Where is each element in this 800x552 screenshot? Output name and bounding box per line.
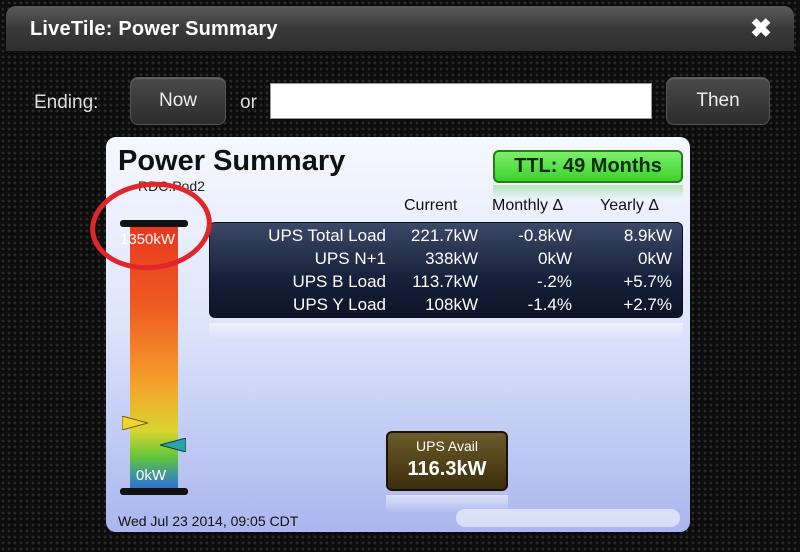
panel-title: Power Summary: [118, 145, 346, 177]
row-monthly: -.2%: [537, 272, 572, 291]
row-current: 221.7kW: [410, 226, 478, 245]
ttl-badge: TTL: 49 Months: [493, 150, 683, 183]
ending-date-input[interactable]: [270, 83, 652, 119]
row-name: UPS N+1: [314, 249, 386, 268]
or-label: or: [240, 92, 257, 113]
ups-avail-value: 116.3kW: [407, 458, 487, 480]
row-monthly: -0.8kW: [518, 226, 572, 245]
row-monthly: 0kW: [538, 249, 572, 268]
window-titlebar: LiveTile: Power Summary ✖: [6, 6, 794, 52]
row-current: 113.7kW: [412, 272, 478, 291]
timestamp: Wed Jul 23 2014, 09:05 CDT: [118, 513, 299, 529]
close-icon[interactable]: ✖: [748, 15, 774, 41]
then-button[interactable]: Then: [666, 77, 770, 125]
row-yearly: +2.7%: [623, 295, 672, 314]
column-header-monthly: Monthly Δ: [492, 197, 564, 214]
column-header-yearly: Yearly Δ: [600, 197, 660, 214]
row-name: UPS B Load: [292, 272, 386, 291]
row-current: 108kW: [425, 295, 478, 314]
table-row: UPS Y Load 108kW -1.4% +2.7%: [210, 295, 684, 318]
row-yearly: 8.9kW: [623, 226, 672, 245]
table-row: UPS N+1 338kW 0kW 0kW: [210, 249, 684, 272]
row-monthly: -1.4%: [527, 295, 572, 314]
ending-label: Ending:: [34, 92, 99, 113]
row-yearly: +5.7%: [623, 272, 672, 291]
triangle-marker-icon: [122, 416, 148, 430]
ups-avail-badge: UPS Avail 116.3kW: [386, 431, 508, 491]
table-reflection: [209, 323, 683, 339]
ups-avail-label: UPS Avail: [416, 438, 478, 454]
table-row: UPS Total Load 221.7kW -0.8kW 8.9kW: [210, 226, 684, 249]
now-button[interactable]: Now: [130, 77, 226, 125]
metrics-table: UPS Total Load 221.7kW -0.8kW 8.9kW UPS …: [209, 222, 683, 318]
gauge-min-label: 0kW: [136, 467, 166, 484]
row-name: UPS Total Load: [268, 226, 386, 245]
row-current: 338kW: [425, 249, 478, 268]
row-name: UPS Y Load: [293, 295, 386, 314]
column-header-current: Current: [404, 197, 458, 214]
table-row: UPS B Load 113.7kW -.2% +5.7%: [210, 272, 684, 295]
status-bar: [456, 509, 680, 527]
window-title: LiveTile: Power Summary: [30, 18, 278, 40]
row-yearly: 0kW: [638, 249, 672, 268]
triangle-marker-icon: [160, 438, 186, 452]
gauge-bottom-cap: [120, 488, 188, 495]
